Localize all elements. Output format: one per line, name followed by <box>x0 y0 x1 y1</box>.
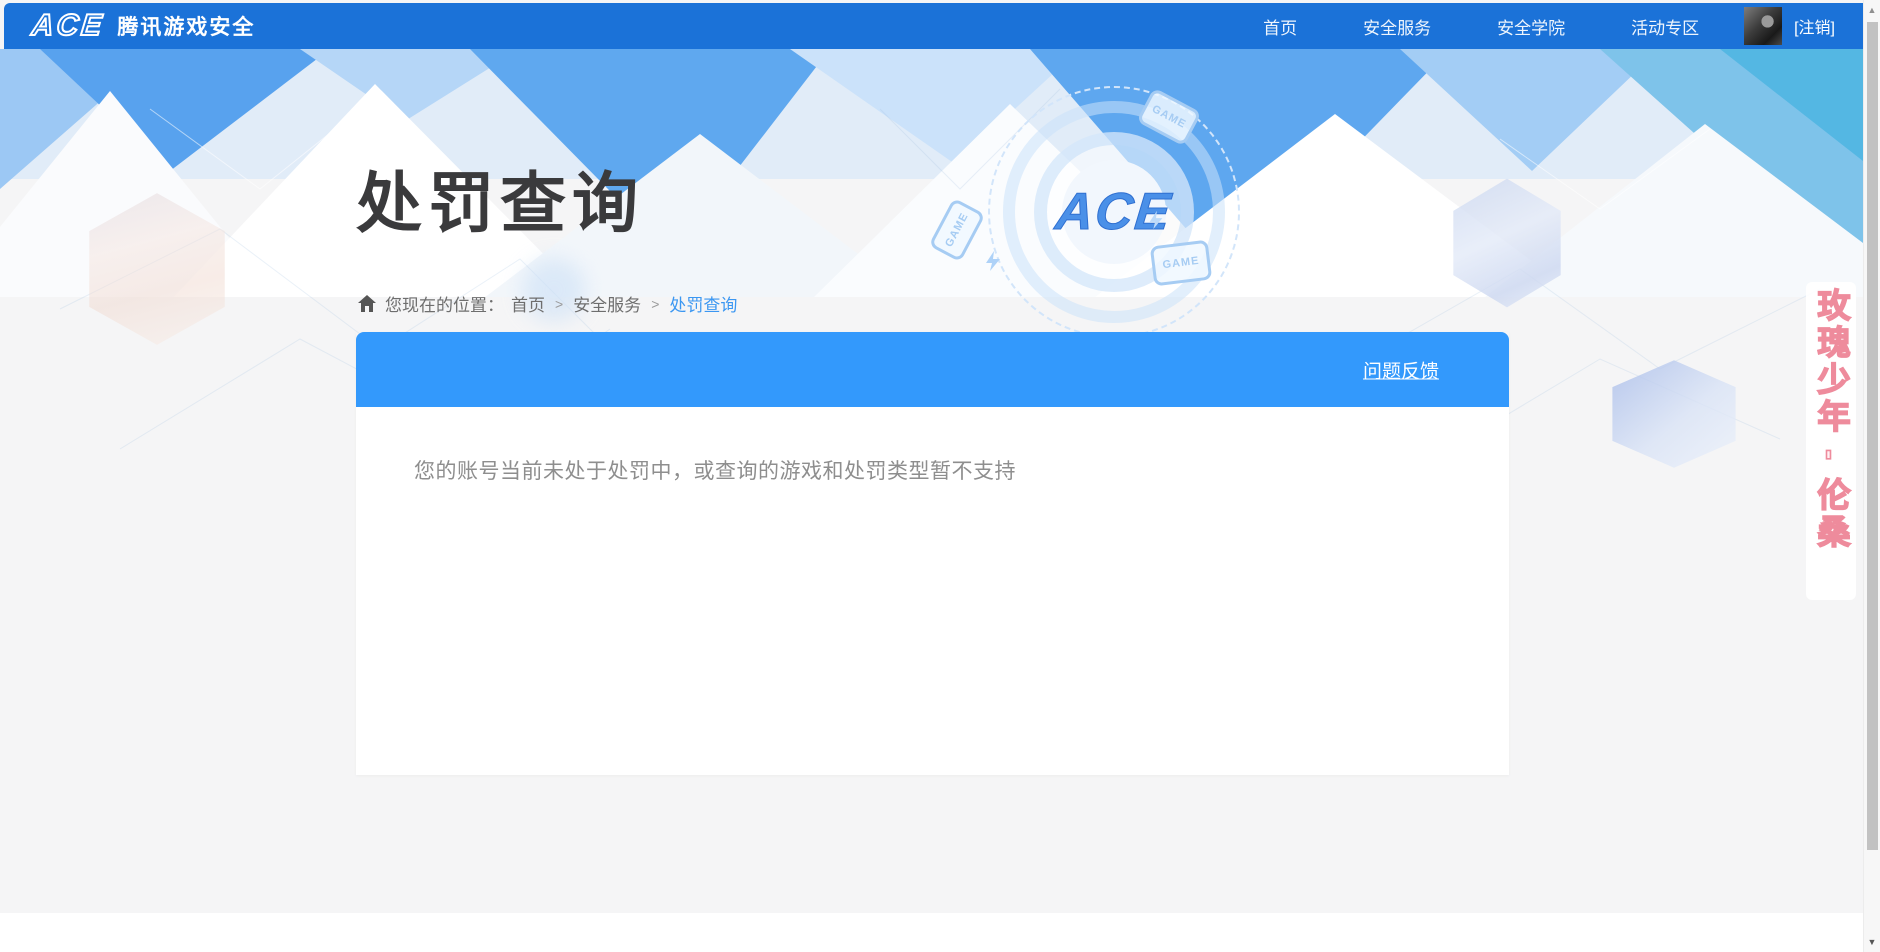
breadcrumb: 您现在的位置： 首页 > 安全服务 > 处罚查询 <box>358 291 737 316</box>
user-avatar[interactable] <box>1744 7 1782 45</box>
brand-logo[interactable]: ACE 腾讯游戏安全 <box>32 9 255 43</box>
nav-item-security-academy[interactable]: 安全学院 <box>1464 14 1598 39</box>
scrollbar-thumb[interactable] <box>1867 22 1878 850</box>
page-title: 处罚查询 <box>356 150 644 246</box>
breadcrumb-prefix: 您现在的位置： <box>385 291 504 316</box>
scrollbar-down-arrow-icon[interactable]: ▼ <box>1864 937 1880 947</box>
home-icon <box>358 295 376 312</box>
feedback-link[interactable]: 问题反馈 <box>1363 356 1439 383</box>
nav-item-security-services[interactable]: 安全服务 <box>1330 14 1464 39</box>
lyric-text: 玫瑰少年 - 伦桑 <box>1807 288 1855 600</box>
card-body: 您的账号当前未处于处罚中，或查询的游戏和处罚类型暂不支持 <box>356 407 1509 775</box>
card-header-bar: 问题反馈 <box>356 332 1509 407</box>
query-result-message: 您的账号当前未处于处罚中，或查询的游戏和处罚类型暂不支持 <box>356 407 1509 485</box>
scrollbar-up-arrow-icon[interactable]: ▲ <box>1864 5 1880 15</box>
breadcrumb-separator: > <box>555 296 563 312</box>
logout-link[interactable]: [注销] <box>1794 14 1835 38</box>
brand-name: 腾讯游戏安全 <box>117 11 255 41</box>
breadcrumb-security-services[interactable]: 安全服务 <box>573 291 641 316</box>
top-navbar: ACE 腾讯游戏安全 首页 安全服务 安全学院 活动专区 [注销] <box>4 3 1863 49</box>
nav-links: 首页 安全服务 安全学院 活动专区 [注销] <box>1230 3 1849 49</box>
nav-item-home[interactable]: 首页 <box>1230 14 1330 39</box>
breadcrumb-home[interactable]: 首页 <box>511 291 545 316</box>
floating-lyric-widget[interactable]: 玫瑰少年 - 伦桑 <box>1806 282 1856 600</box>
ace-logo: ACE <box>30 9 106 43</box>
vertical-scrollbar[interactable]: ▲ ▼ <box>1863 0 1880 952</box>
nav-item-activity-zone[interactable]: 活动专区 <box>1598 14 1732 39</box>
breadcrumb-current-page[interactable]: 处罚查询 <box>669 291 737 316</box>
breadcrumb-separator: > <box>651 296 659 312</box>
query-result-card: 问题反馈 您的账号当前未处于处罚中，或查询的游戏和处罚类型暂不支持 <box>356 332 1509 775</box>
